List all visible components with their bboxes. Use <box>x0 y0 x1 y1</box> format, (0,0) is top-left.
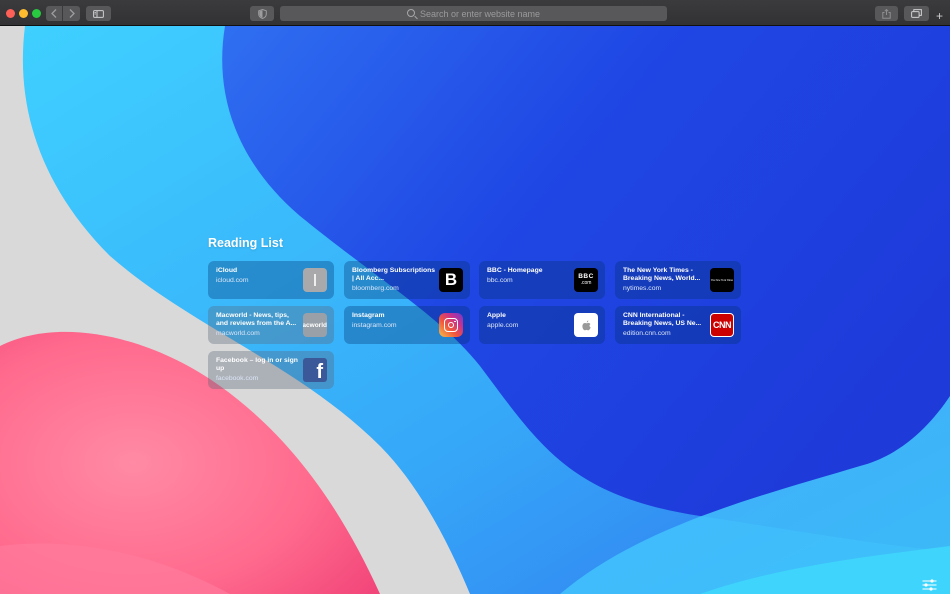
chevron-left-icon <box>51 9 57 18</box>
reading-list-item-apple[interactable]: Apple apple.com <box>479 306 605 344</box>
minimize-window-button[interactable] <box>19 9 28 18</box>
tabs-icon <box>911 9 922 18</box>
shield-icon <box>257 8 267 19</box>
address-bar[interactable]: Search or enter website name <box>280 6 667 21</box>
nytimes-icon: The New York Times <box>710 268 734 292</box>
share-button[interactable] <box>875 6 898 21</box>
icloud-icon <box>303 268 327 292</box>
reading-list-item-facebook[interactable]: Facebook – log in or sign up facebook.com… <box>208 351 334 389</box>
reading-list-item-nytimes[interactable]: The New York Times - Breaking News, Worl… <box>615 261 741 299</box>
settings-button[interactable] <box>922 578 937 591</box>
navigation-buttons <box>46 6 80 21</box>
tab-overview-button[interactable] <box>904 6 929 21</box>
reading-list-item-bloomberg[interactable]: Bloomberg Subscriptions | All Acc... bloo… <box>344 261 470 299</box>
bloomberg-icon: B <box>439 268 463 292</box>
address-placeholder: Search or enter website name <box>419 8 541 19</box>
close-window-button[interactable] <box>6 9 15 18</box>
macworld-icon: Macworld <box>303 313 327 337</box>
sidebar-icon <box>93 9 104 18</box>
back-button[interactable] <box>46 6 63 21</box>
sliders-icon <box>922 579 937 591</box>
search-icon <box>406 9 415 17</box>
reading-list-item-cnn[interactable]: CNN International - Breaking News, US Ne… <box>615 306 741 344</box>
share-icon <box>882 8 891 19</box>
reading-list-item-icloud[interactable]: iCloud icloud.com <box>208 261 334 299</box>
wallpaper <box>0 26 950 594</box>
sidebar-button[interactable] <box>86 6 111 21</box>
apple-icon <box>574 313 598 337</box>
zoom-window-button[interactable] <box>32 9 41 18</box>
new-tab-button[interactable]: + <box>936 10 943 22</box>
privacy-report-button[interactable] <box>250 6 274 21</box>
cnn-icon: CNN <box>710 313 734 337</box>
chevron-right-icon <box>69 9 75 18</box>
start-page <box>0 26 950 594</box>
browser-toolbar: Search or enter website name + <box>0 0 950 26</box>
forward-button[interactable] <box>63 6 80 21</box>
bbc-icon: BBC .com <box>574 268 598 292</box>
reading-list-item-bbc[interactable]: BBC - Homepage bbc.com BBC .com <box>479 261 605 299</box>
facebook-icon: f <box>303 358 327 382</box>
instagram-icon <box>439 313 463 337</box>
reading-list-title: Reading List <box>208 236 284 250</box>
reading-list-item-macworld[interactable]: Macworld - News, tips, and reviews from … <box>208 306 334 344</box>
reading-list-item-instagram[interactable]: Instagram instagram.com <box>344 306 470 344</box>
